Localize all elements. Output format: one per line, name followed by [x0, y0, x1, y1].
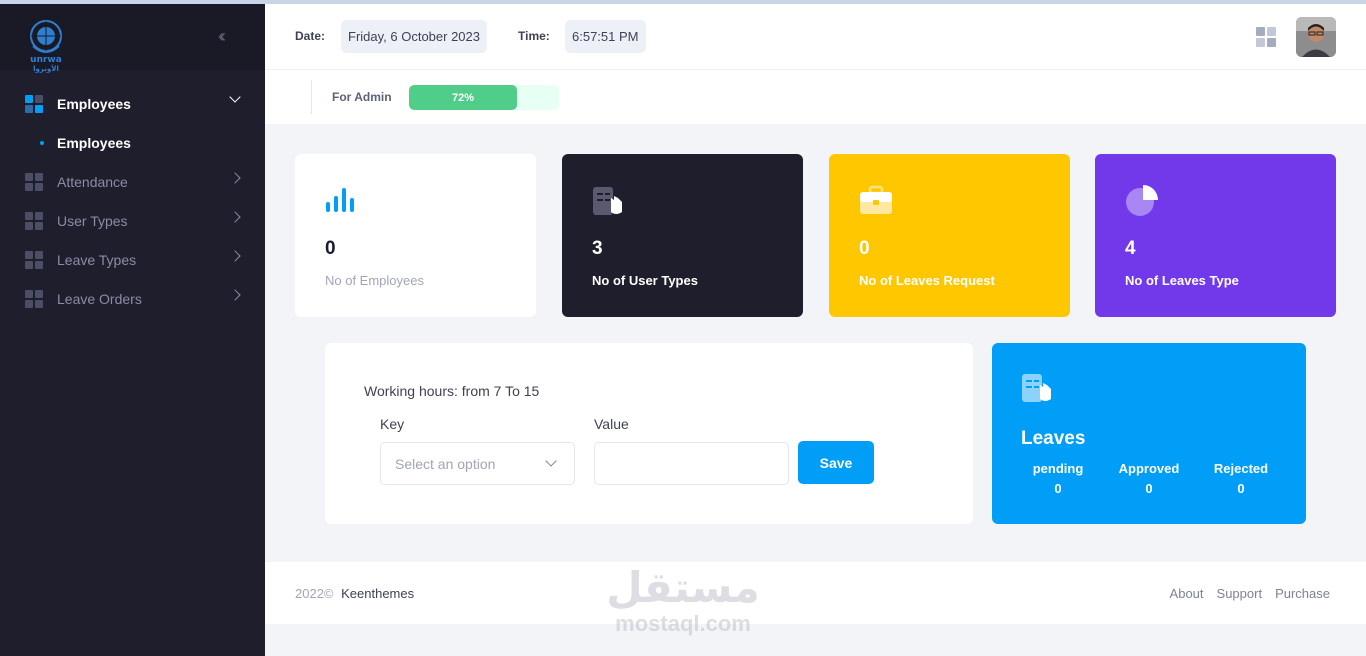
- toolbar: For Admin 72%: [265, 70, 1366, 124]
- sidebar-item-label: User Types: [57, 212, 128, 229]
- stat-value: 0: [325, 238, 336, 259]
- footer-link-support[interactable]: Support: [1217, 586, 1263, 601]
- apps-grid-icon[interactable]: [1256, 27, 1276, 47]
- user-avatar-icon: [1296, 17, 1336, 57]
- leaves-rejected: Rejected 0: [1201, 461, 1281, 496]
- value-input[interactable]: [594, 442, 789, 485]
- sidebar-item-employees[interactable]: Employees: [0, 84, 265, 123]
- working-hours-text: Working hours: from 7 To 15: [364, 383, 540, 399]
- leaves-col-label: Approved: [1118, 461, 1180, 476]
- watermark: مستقل mostaql.com: [598, 565, 768, 645]
- logo-text: unrwa: [30, 55, 62, 65]
- copyright: 2022© Keenthemes: [295, 586, 414, 601]
- value-label: Value: [594, 416, 629, 432]
- time-label: Time:: [518, 29, 550, 43]
- sidebar-item-leave-types[interactable]: Leave Types: [0, 240, 265, 279]
- sidebar-item-leave-orders[interactable]: Leave Orders: [0, 279, 265, 318]
- sidebar: unrwa الأونروا ‹‹ Employees Employees At…: [0, 4, 265, 656]
- stat-label: No of Leaves Type: [1125, 273, 1239, 288]
- sidebar-item-label: Attendance: [57, 173, 128, 190]
- key-select[interactable]: Select an option: [380, 442, 575, 485]
- footer-links: About Support Purchase: [1170, 586, 1330, 601]
- save-button[interactable]: Save: [798, 441, 874, 484]
- footer-link-about[interactable]: About: [1170, 586, 1204, 601]
- leaves-col-value: 0: [1145, 481, 1153, 496]
- time-value: 6:57:51 PM: [565, 20, 646, 53]
- sidebar-item-attendance[interactable]: Attendance: [0, 162, 265, 201]
- chevron-down-icon: [545, 455, 557, 467]
- sidebar-item-user-types[interactable]: User Types: [0, 201, 265, 240]
- key-label: Key: [380, 416, 405, 432]
- grid-icon: [25, 172, 43, 191]
- stat-card-user-types: 3 No of User Types: [562, 154, 803, 317]
- sidebar-item-label: Employees: [57, 95, 131, 112]
- divider: [311, 80, 312, 114]
- grid-icon: [25, 289, 43, 308]
- admin-label: For Admin: [332, 90, 392, 104]
- footer-brand-link[interactable]: Keenthemes: [341, 586, 414, 601]
- grid-icon: [25, 94, 43, 113]
- stat-value: 4: [1125, 238, 1136, 259]
- admin-progress-bar: 72%: [409, 85, 559, 110]
- document-hand-icon: [1022, 374, 1051, 402]
- leaves-title: Leaves: [1021, 428, 1086, 449]
- stat-card-employees: 0 No of Employees: [295, 154, 536, 317]
- sidebar-subitem-label: Employees: [57, 134, 131, 151]
- chevron-right-icon: [229, 289, 241, 301]
- stat-card-leaves-type: 4 No of Leaves Type: [1095, 154, 1336, 317]
- stat-label: No of Employees: [325, 273, 424, 288]
- sidebar-subitem-employees[interactable]: Employees: [0, 123, 265, 162]
- date-value: Friday, 6 October 2023: [341, 20, 487, 53]
- top-header: Date: Friday, 6 October 2023 Time: 6:57:…: [265, 4, 1366, 70]
- document-hand-icon: [593, 187, 622, 215]
- sidebar-menu: Employees Employees Attendance User Type…: [0, 84, 265, 318]
- stat-card-leaves-request: 0 No of Leaves Request: [829, 154, 1070, 317]
- leaves-col-label: Rejected: [1213, 461, 1269, 476]
- briefcase-icon: [860, 185, 892, 214]
- watermark-en: mostaql.com: [615, 611, 751, 636]
- progress-fill: 72%: [409, 85, 517, 110]
- grid-icon: [25, 250, 43, 269]
- date-label: Date:: [295, 29, 326, 43]
- stat-value: 3: [592, 238, 603, 259]
- copyright-year: 2022©: [295, 586, 334, 601]
- unrwa-logo[interactable]: unrwa الأونروا: [24, 18, 68, 76]
- footer-link-purchase[interactable]: Purchase: [1275, 586, 1330, 601]
- select-placeholder: Select an option: [395, 455, 496, 472]
- stat-label: No of User Types: [592, 273, 698, 288]
- chevron-right-icon: [229, 211, 241, 223]
- pie-chart-icon: [1126, 185, 1158, 216]
- un-emblem-icon: unrwa الأونروا: [30, 20, 62, 73]
- chart-bars-icon: [326, 188, 354, 212]
- watermark-ar: مستقل: [606, 564, 760, 611]
- chevron-right-icon: [229, 250, 241, 262]
- sidebar-item-label: Leave Orders: [57, 290, 142, 307]
- leaves-col-label: pending: [1032, 461, 1084, 476]
- footer: 2022© Keenthemes About Support Purchase: [265, 562, 1366, 624]
- stat-label: No of Leaves Request: [859, 273, 995, 288]
- sidebar-item-label: Leave Types: [57, 251, 137, 268]
- bullet-icon: [40, 140, 44, 145]
- avatar[interactable]: [1296, 17, 1336, 57]
- leaves-col-value: 0: [1054, 481, 1062, 496]
- chevron-right-icon: [229, 172, 241, 184]
- sidebar-collapse-icon[interactable]: ‹‹: [218, 26, 226, 47]
- leaves-col-value: 0: [1237, 481, 1245, 496]
- grid-icon: [25, 211, 43, 230]
- leaves-pending: pending 0: [1018, 461, 1098, 496]
- working-hours-panel: Working hours: from 7 To 15 Key Value Se…: [325, 343, 973, 524]
- stat-value: 0: [859, 238, 870, 259]
- chevron-down-icon: [229, 91, 241, 103]
- leaves-card: Leaves pending 0 Approved 0 Rejected 0: [992, 343, 1306, 524]
- leaves-approved: Approved 0: [1109, 461, 1189, 496]
- logo-text-ar: الأونروا: [33, 64, 59, 73]
- sidebar-header: unrwa الأونروا ‹‹: [0, 4, 265, 73]
